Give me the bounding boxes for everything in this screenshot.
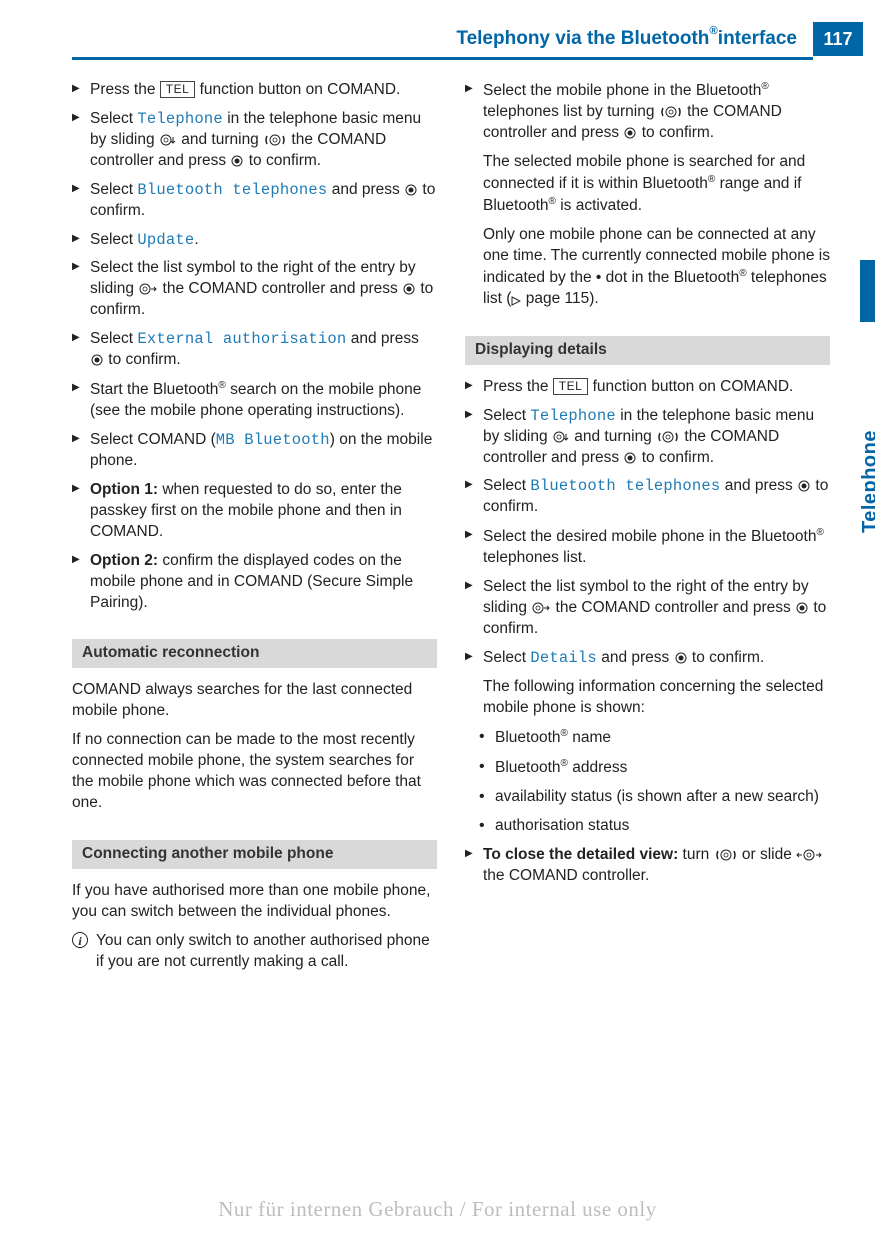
press-icon	[230, 154, 244, 168]
header-title-pre: Telephony via the Bluetooth	[456, 26, 709, 52]
heading-displaying-details: Displaying details	[465, 336, 830, 365]
turn-icon	[263, 133, 287, 147]
para-only-one-phone: Only one mobile phone can be connected a…	[465, 225, 830, 310]
step-select-bt-phones: Select Bluetooth telephones and press to…	[72, 180, 437, 222]
step-select-external-auth: Select External authorisation and press …	[72, 329, 437, 371]
bullet-availability: availability status (is shown after a ne…	[465, 787, 830, 808]
menu-bluetooth-telephones: Bluetooth telephones	[530, 477, 720, 495]
info-note: i You can only switch to another authori…	[72, 931, 437, 973]
press-icon	[623, 451, 637, 465]
press-icon	[795, 601, 809, 615]
press-icon	[623, 126, 637, 140]
step-select-list-symbol: Select the list symbol to the right of t…	[72, 258, 437, 321]
menu-details: Details	[530, 649, 597, 667]
step-select-list-symbol-2: Select the list symbol to the right of t…	[465, 577, 830, 640]
turn-icon	[659, 105, 683, 119]
step-select-desired-phone: Select the desired mobile phone in the B…	[465, 526, 830, 569]
header: Telephony via the Bluetooth® interface 1…	[0, 22, 875, 56]
step-select-update: Select Update.	[72, 230, 437, 251]
turn-icon	[656, 430, 680, 444]
press-icon	[402, 282, 416, 296]
para-auto-2: If no connection can be made to the most…	[72, 730, 437, 814]
header-title-post: interface	[718, 26, 797, 52]
menu-external-authorisation: External authorisation	[137, 330, 346, 348]
menu-mb-bluetooth: MB Bluetooth	[216, 431, 330, 449]
menu-telephone: Telephone	[530, 407, 616, 425]
right-column: Select the mobile phone in the Bluetooth…	[465, 80, 830, 981]
registered-mark: ®	[709, 24, 717, 39]
tel-key-icon: TEL	[553, 378, 589, 395]
registered-mark: ®	[549, 196, 556, 207]
step-option-1: Option 1: when requested to do so, enter…	[72, 480, 437, 543]
step-select-telephone: Select Telephone in the telephone basic …	[72, 109, 437, 172]
step-close-detailed-view: To close the detailed view: turn or slid…	[465, 845, 830, 887]
step-press-tel: Press the TEL function button on COMAND.	[72, 80, 437, 101]
press-icon	[90, 353, 104, 367]
registered-mark: ®	[561, 728, 568, 739]
slide-right-icon	[531, 601, 551, 615]
bullet-bt-address: Bluetooth® address	[465, 757, 830, 779]
para-following-info: The following information concerning the…	[465, 677, 830, 719]
heading-connecting-another: Connecting another mobile phone	[72, 840, 437, 869]
page-number: 117	[813, 22, 863, 56]
watermark: Nur für internen Gebrauch / For internal…	[0, 1195, 875, 1223]
left-column: Press the TEL function button on COMAND.…	[72, 80, 437, 981]
registered-mark: ®	[761, 81, 768, 92]
slide-down-icon	[159, 133, 177, 147]
registered-mark: ®	[739, 268, 746, 279]
registered-mark: ®	[218, 380, 225, 391]
content-columns: Press the TEL function button on COMAND.…	[72, 80, 830, 981]
header-title: Telephony via the Bluetooth® interface	[456, 22, 813, 56]
press-icon	[797, 479, 811, 493]
press-icon	[674, 651, 688, 665]
step-option-2: Option 2: confirm the displayed codes on…	[72, 551, 437, 614]
slide-down-icon	[552, 430, 570, 444]
side-tab	[860, 260, 875, 322]
page: Telephony via the Bluetooth® interface 1…	[0, 0, 875, 1241]
step-select-comand: Select COMAND (MB Bluetooth) on the mobi…	[72, 430, 437, 472]
para-conn-1: If you have authorised more than one mob…	[72, 881, 437, 923]
registered-mark: ®	[816, 527, 823, 538]
side-label: Telephone	[857, 430, 875, 533]
header-underline	[72, 57, 813, 60]
para-searched-connected: The selected mobile phone is searched fo…	[465, 152, 830, 217]
slide-right-icon	[138, 282, 158, 296]
turn-icon	[714, 848, 738, 862]
step-select-bt-phones-2: Select Bluetooth telephones and press to…	[465, 476, 830, 518]
para-auto-1: COMAND always searches for the last conn…	[72, 680, 437, 722]
menu-telephone: Telephone	[137, 110, 223, 128]
heading-auto-reconnection: Automatic reconnection	[72, 639, 437, 668]
registered-mark: ®	[561, 758, 568, 769]
press-icon	[404, 183, 418, 197]
triangle-ref-icon	[511, 296, 521, 306]
step-select-telephone-2: Select Telephone in the telephone basic …	[465, 406, 830, 469]
step-select-details: Select Details and press to confirm.	[465, 648, 830, 669]
menu-update: Update	[137, 231, 194, 249]
step-start-bt-search: Start the Bluetooth® search on the mobil…	[72, 379, 437, 422]
bullet-auth-status: authorisation status	[465, 816, 830, 837]
info-icon: i	[72, 932, 88, 948]
bullet-bt-name: Bluetooth® name	[465, 727, 830, 749]
step-select-phone-in-list: Select the mobile phone in the Bluetooth…	[465, 80, 830, 144]
tel-key-icon: TEL	[160, 81, 196, 98]
slide-left-right-icon	[796, 848, 822, 862]
menu-bluetooth-telephones: Bluetooth telephones	[137, 181, 327, 199]
step-press-tel-2: Press the TEL function button on COMAND.	[465, 377, 830, 398]
